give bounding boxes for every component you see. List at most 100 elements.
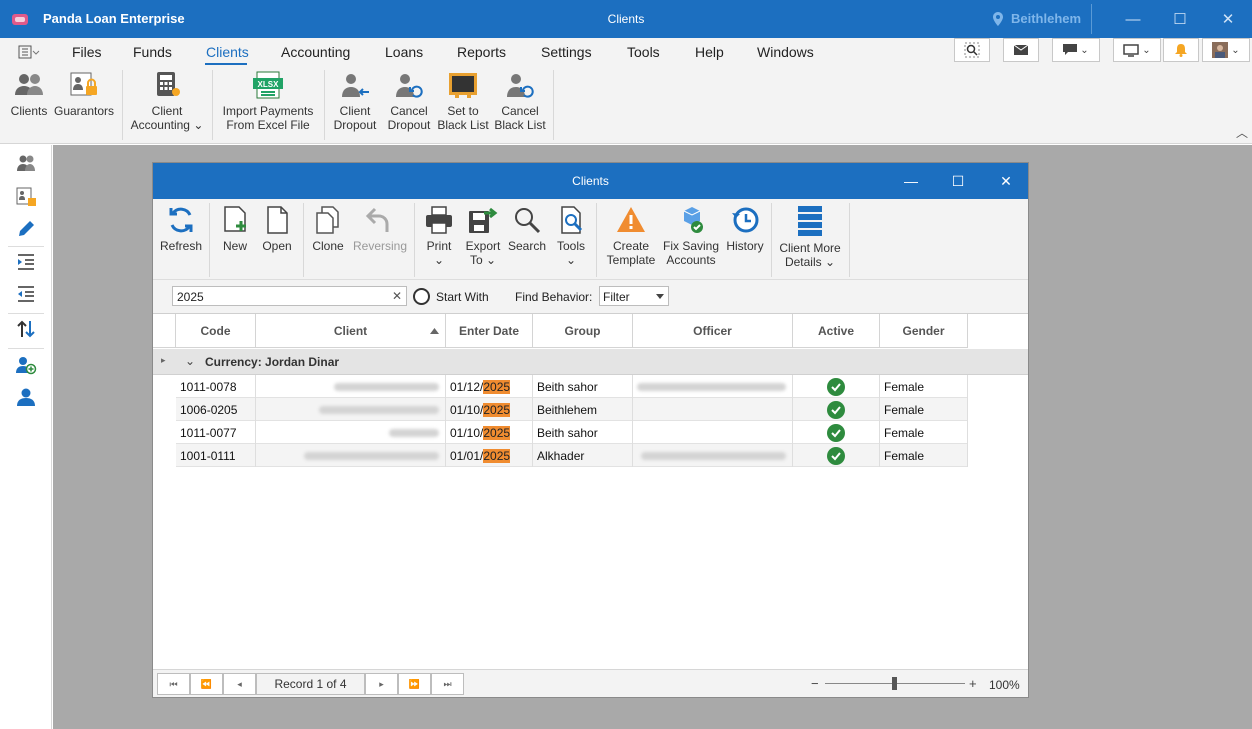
close-button[interactable]: ✕ — [1205, 0, 1251, 38]
menu-loans[interactable]: Loans — [385, 44, 423, 60]
column-header-code[interactable]: Code — [176, 314, 256, 348]
zoom-out-button[interactable]: − — [811, 676, 819, 691]
last-record-button[interactable]: ⏭ — [431, 673, 464, 695]
column-header-client[interactable]: Client — [256, 314, 446, 348]
cancel-dropout-label-2: Dropout — [387, 118, 431, 132]
menu-windows[interactable]: Windows — [757, 44, 814, 60]
clients-ribbon-label: Clients — [10, 104, 48, 118]
export-button[interactable]: Export To ⌄ — [461, 205, 505, 267]
find-input[interactable]: 2025 ✕ — [172, 286, 407, 306]
location-pin-icon — [993, 12, 1003, 26]
group-row[interactable]: ▸ ⌄ Currency: Jordan Dinar — [153, 349, 1028, 375]
table-row[interactable]: 1011-0077 01/10/2025 Beith sahor Female — [176, 421, 968, 444]
cell-group: Alkhader — [533, 444, 633, 467]
next-page-button[interactable]: ⏩ — [398, 673, 431, 695]
menu-files[interactable]: Files — [72, 44, 102, 60]
cancel-dropout-ribbon-button[interactable]: Cancel Dropout — [383, 70, 435, 132]
client-dropout-ribbon-button[interactable]: Client Dropout — [329, 70, 381, 132]
quick-access-menu-icon[interactable] — [18, 45, 40, 59]
guarantors-ribbon-button[interactable]: Guarantors — [52, 70, 116, 118]
dialog-close-button[interactable]: ✕ — [983, 163, 1029, 199]
chat-button[interactable]: ⌄ — [1052, 38, 1100, 62]
sidebar-transfer-icon[interactable] — [12, 315, 40, 343]
client-accounting-ribbon-button[interactable]: Client Accounting ⌄ — [128, 70, 206, 132]
create-template-button[interactable]: Create Template — [603, 205, 659, 267]
clone-button[interactable]: Clone — [307, 205, 349, 253]
create-template-label-2: Template — [606, 253, 656, 267]
fix-saving-accounts-button[interactable]: Fix Saving Accounts — [661, 205, 721, 267]
cell-client-redacted — [256, 398, 446, 421]
menu-clients[interactable]: Clients — [206, 44, 249, 60]
open-button[interactable]: Open — [257, 205, 297, 253]
user-profile-button[interactable]: ⌄ — [1202, 38, 1250, 62]
menu-settings[interactable]: Settings — [541, 44, 592, 60]
cell-gender: Female — [880, 398, 968, 421]
user-undo-icon — [396, 74, 423, 98]
search-window-button[interactable] — [954, 38, 990, 62]
maximize-button[interactable]: ☐ — [1157, 0, 1203, 38]
notifications-button[interactable] — [1163, 38, 1199, 62]
group-collapse-icon[interactable]: ⌄ — [185, 354, 195, 368]
previous-record-button[interactable]: ◂ — [223, 673, 256, 695]
reversing-button[interactable]: Reversing — [351, 205, 409, 253]
sidebar-guarantors-icon[interactable] — [12, 183, 40, 211]
table-row[interactable]: 1001-0111 01/01/2025 Alkhader Female — [176, 444, 968, 467]
history-button[interactable]: History — [723, 205, 767, 253]
cancel-black-label-2: Black List — [494, 118, 546, 132]
client-more-details-button[interactable]: Client More Details ⌄ — [777, 205, 843, 269]
cell-code: 1001-0111 — [176, 444, 256, 467]
menu-help[interactable]: Help — [695, 44, 724, 60]
sidebar-add-user-icon[interactable] — [12, 351, 40, 379]
column-header-code-label: Code — [200, 323, 231, 338]
client-dropout-label-1: Client — [339, 104, 371, 118]
clear-find-icon[interactable]: ✕ — [392, 289, 402, 303]
search-button[interactable]: Search — [507, 205, 547, 253]
new-button[interactable]: New — [215, 205, 255, 253]
xlsx-badge: XLSX — [258, 80, 280, 89]
zoom-in-button[interactable]: + — [969, 676, 977, 691]
column-header-officer[interactable]: Officer — [633, 314, 793, 348]
print-button[interactable]: Print ⌄ — [421, 205, 457, 267]
display-button[interactable]: ⌄ — [1113, 38, 1161, 62]
active-menu-indicator — [205, 63, 247, 65]
import-payments-ribbon-button[interactable]: XLSX Import Payments From Excel File — [218, 70, 318, 132]
row-indicator-icon: ▸ — [161, 355, 166, 365]
tools-button[interactable]: Tools ⌄ — [551, 205, 591, 267]
search-icon — [515, 208, 541, 234]
sidebar-user-icon[interactable] — [12, 383, 40, 411]
menu-funds[interactable]: Funds — [133, 44, 172, 60]
zoom-slider-thumb[interactable] — [892, 677, 897, 690]
table-row[interactable]: 1006-0205 01/10/2025 Beithlehem Female — [176, 398, 968, 421]
refresh-button[interactable]: Refresh — [157, 205, 205, 253]
set-black-list-ribbon-button[interactable]: Set to Black List — [436, 70, 490, 132]
start-with-radio[interactable] — [413, 288, 430, 305]
menu-tools[interactable]: Tools — [627, 44, 660, 60]
column-header-gender[interactable]: Gender — [880, 314, 968, 348]
table-row[interactable]: 1011-0078 01/12/2025 Beith sahor Female — [176, 375, 968, 398]
mail-button[interactable] — [1003, 38, 1039, 62]
menu-accounting[interactable]: Accounting — [281, 44, 350, 60]
sidebar-list-indent-icon[interactable] — [12, 248, 40, 276]
dialog-maximize-button[interactable]: ☐ — [935, 163, 981, 199]
print-label: Print — [426, 239, 452, 253]
column-header-active[interactable]: Active — [793, 314, 880, 348]
clients-ribbon-button[interactable]: Clients — [8, 70, 50, 118]
previous-page-button[interactable]: ⏪ — [190, 673, 223, 695]
sidebar-list-outdent-icon[interactable] — [12, 280, 40, 308]
column-header-enter-date[interactable]: Enter Date — [446, 314, 533, 348]
sidebar-edit-icon[interactable] — [12, 215, 40, 243]
cell-active — [793, 398, 880, 421]
next-record-button[interactable]: ▸ — [365, 673, 398, 695]
minimize-button[interactable]: — — [1110, 0, 1156, 38]
sidebar-clients-icon[interactable] — [12, 149, 40, 177]
refresh-icon — [169, 207, 193, 233]
collapse-ribbon-icon[interactable]: ︿ — [1236, 124, 1248, 141]
column-header-group[interactable]: Group — [533, 314, 633, 348]
find-behavior-select[interactable]: Filter — [599, 286, 669, 306]
cancel-black-list-ribbon-button[interactable]: Cancel Black List — [492, 70, 548, 132]
new-document-icon — [224, 206, 246, 232]
menu-reports[interactable]: Reports — [457, 44, 506, 60]
first-record-button[interactable]: ⏮ — [157, 673, 190, 695]
dialog-minimize-button[interactable]: — — [888, 163, 934, 199]
cell-group: Beithlehem — [533, 398, 633, 421]
